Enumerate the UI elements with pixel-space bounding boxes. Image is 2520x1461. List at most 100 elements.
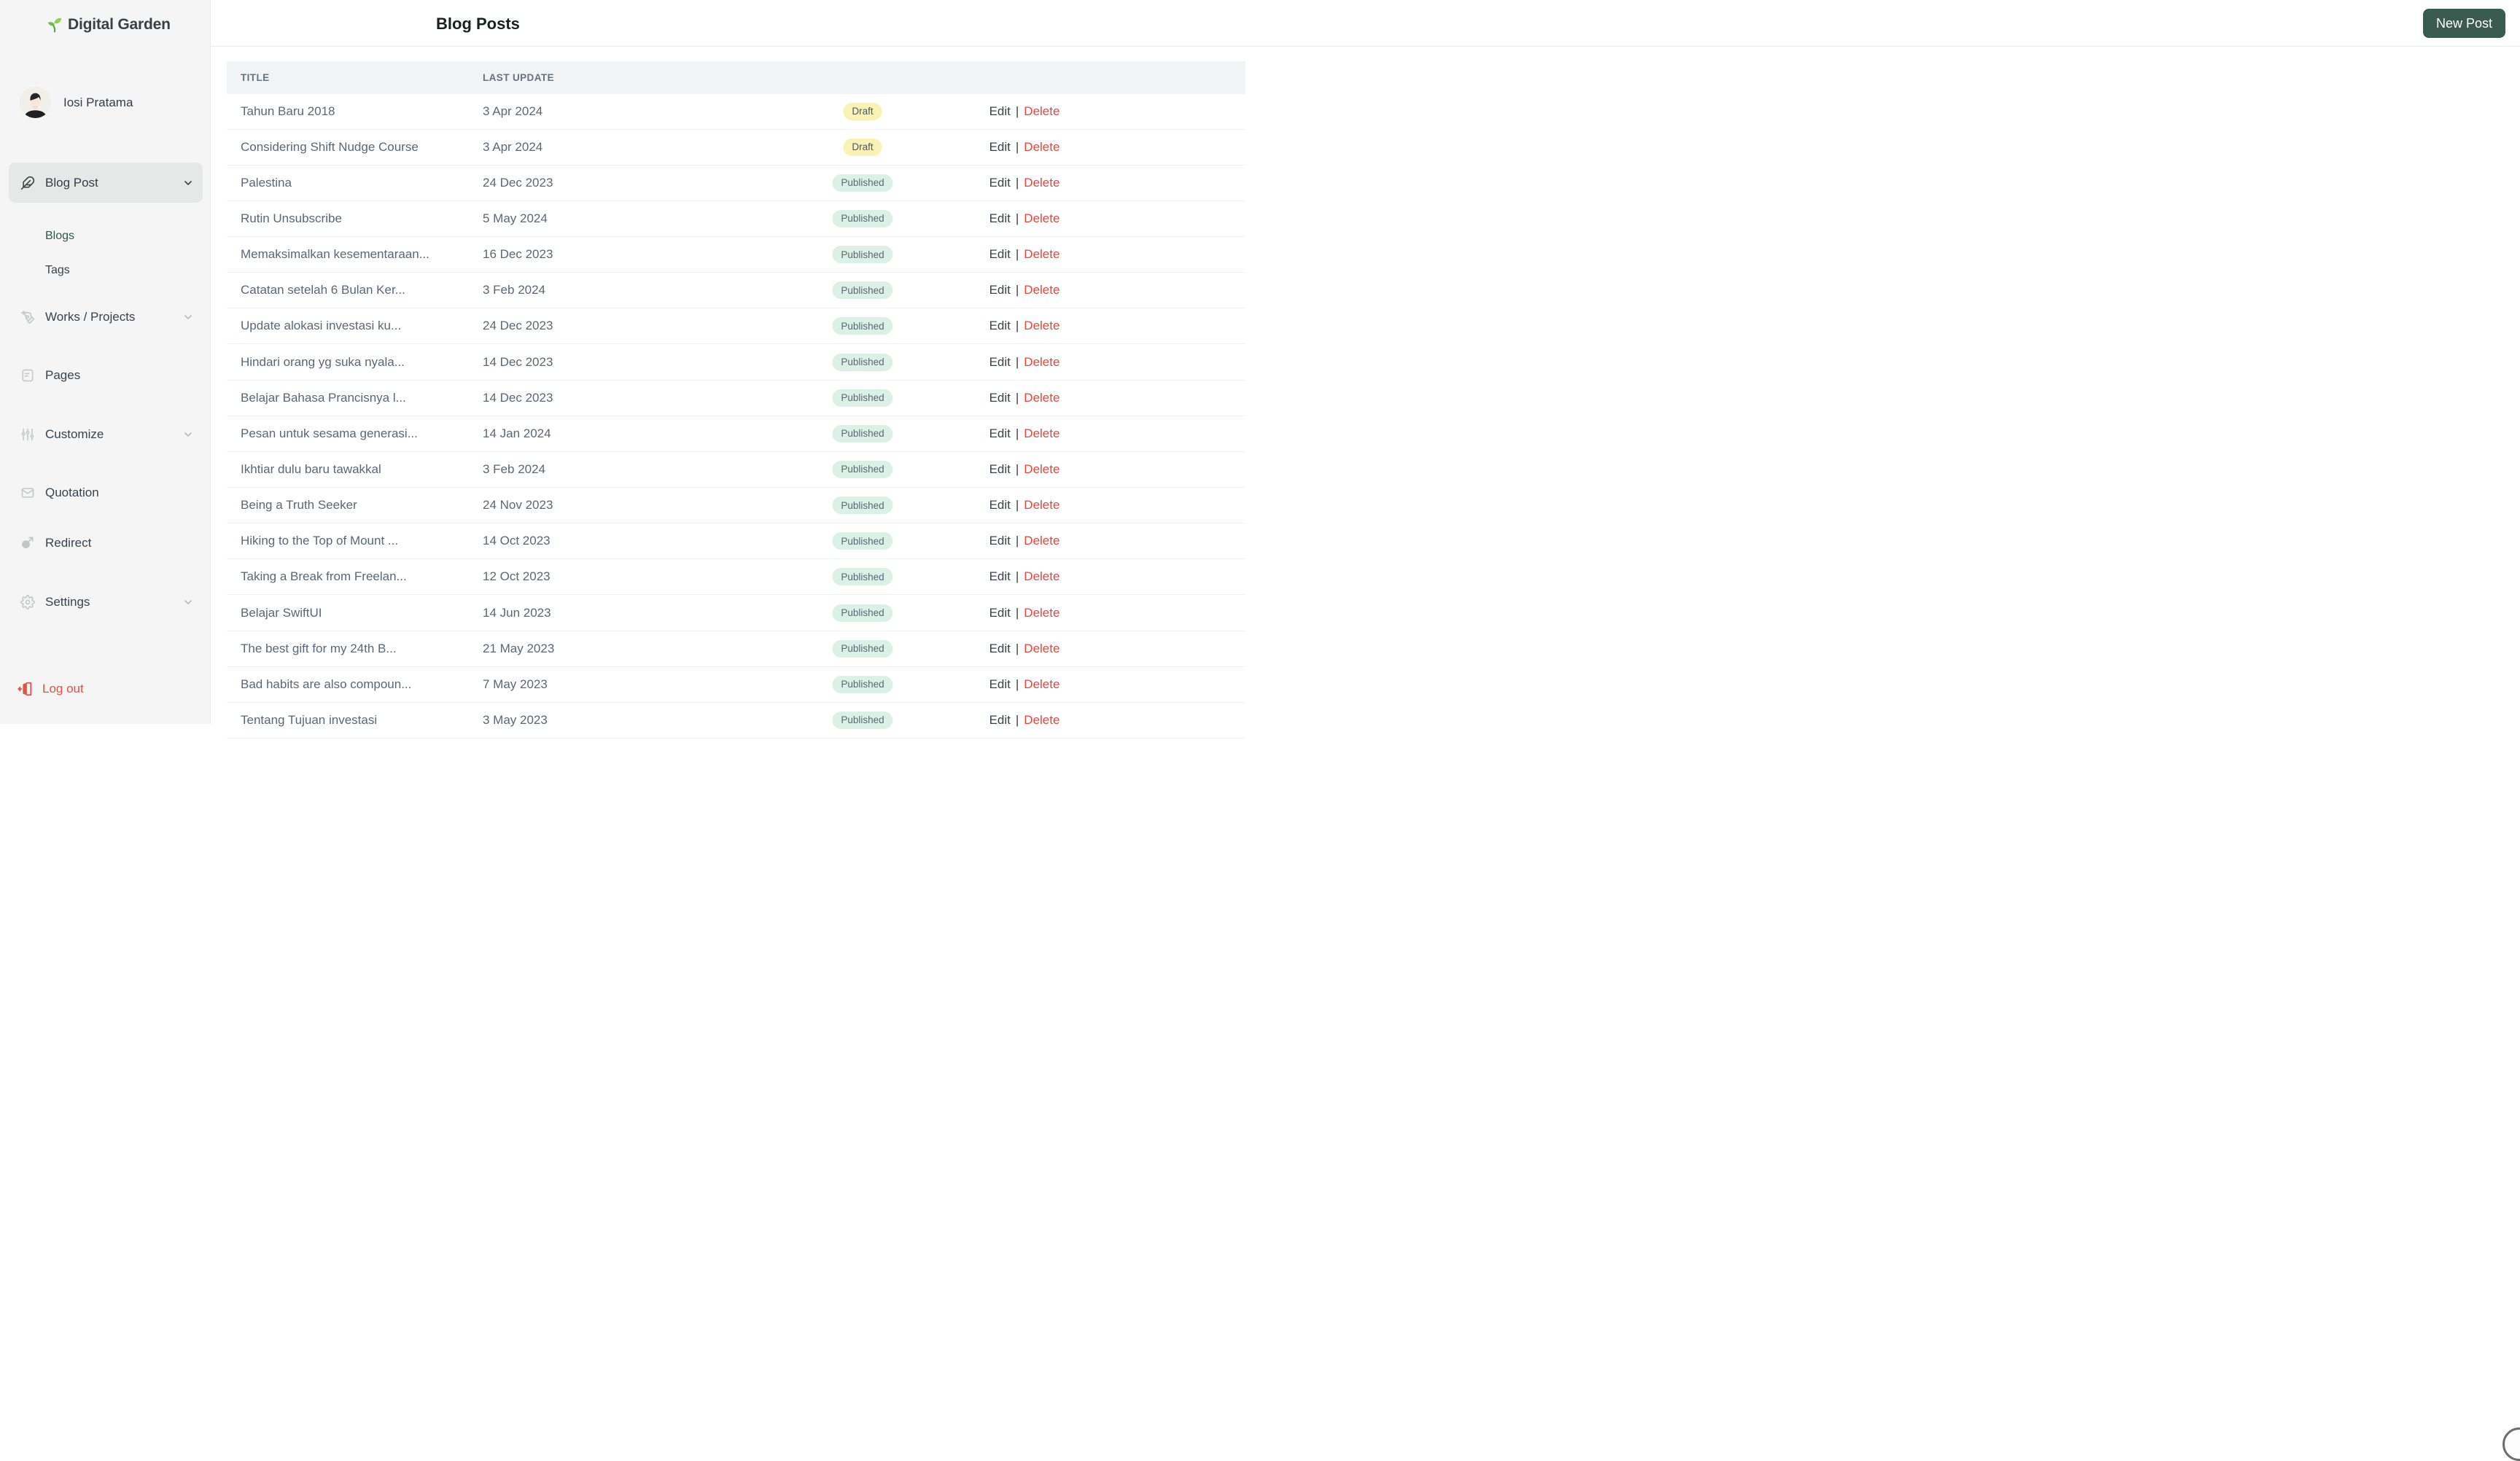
sidebar-item-customize[interactable]: Customize: [9, 420, 203, 449]
post-last-update: 7 May 2023: [483, 667, 548, 702]
sidebar-item-pages[interactable]: Pages: [9, 361, 203, 390]
post-last-update: 24 Dec 2023: [483, 165, 553, 200]
sidebar-item-quotation[interactable]: Quotation: [9, 478, 203, 507]
status-badge: Published: [832, 354, 892, 371]
post-last-update: 16 Dec 2023: [483, 237, 553, 272]
new-post-button[interactable]: New Post: [2423, 9, 2505, 38]
delete-link[interactable]: Delete: [1024, 426, 1059, 441]
post-title: Palestina: [241, 165, 292, 200]
delete-link[interactable]: Delete: [1024, 319, 1059, 333]
table-row: Ikhtiar dulu baru tawakkal 3 Feb 2024 Pu…: [227, 452, 1245, 488]
edit-link[interactable]: Edit: [989, 391, 1011, 405]
post-title: Catatan setelah 6 Bulan Ker...: [241, 273, 405, 308]
delete-link[interactable]: Delete: [1024, 462, 1059, 477]
sidebar-item-label: Quotation: [45, 486, 99, 500]
actions-separator: |: [1016, 319, 1019, 333]
sidebar-item-label: Customize: [45, 427, 104, 442]
post-last-update: 14 Oct 2023: [483, 523, 551, 558]
user-profile[interactable]: Iosi Pratama: [20, 87, 133, 118]
edit-link[interactable]: Edit: [989, 140, 1011, 155]
sidebar-item-works-projects[interactable]: Works / Projects: [9, 303, 203, 332]
edit-link[interactable]: Edit: [989, 462, 1011, 477]
edit-link[interactable]: Edit: [989, 104, 1011, 119]
status-badge: Published: [832, 425, 892, 443]
edit-link[interactable]: Edit: [989, 713, 1011, 728]
status-badge: Published: [832, 281, 892, 299]
actions-separator: |: [1016, 462, 1019, 477]
post-last-update: 14 Dec 2023: [483, 381, 553, 416]
gear-icon: [20, 595, 35, 609]
table-row: Palestina 24 Dec 2023 Published Edit | D…: [227, 165, 1245, 201]
delete-link[interactable]: Delete: [1024, 534, 1059, 548]
delete-link[interactable]: Delete: [1024, 104, 1059, 119]
delete-link[interactable]: Delete: [1024, 211, 1059, 226]
delete-link[interactable]: Delete: [1024, 606, 1059, 620]
logout-label: Log out: [42, 682, 84, 696]
table-row: Tahun Baru 2018 3 Apr 2024 Draft Edit | …: [227, 94, 1245, 130]
chevron-down-icon: [182, 177, 194, 189]
envelope-icon: [20, 486, 35, 500]
actions-separator: |: [1016, 283, 1019, 297]
post-last-update: 3 Apr 2024: [483, 94, 542, 129]
delete-link[interactable]: Delete: [1024, 283, 1059, 297]
post-last-update: 14 Dec 2023: [483, 344, 553, 379]
edit-link[interactable]: Edit: [989, 534, 1011, 548]
post-title: Hindari orang yg suka nyala...: [241, 344, 405, 379]
post-title: The best gift for my 24th B...: [241, 631, 397, 666]
sidebar-item-label: Pages: [45, 368, 80, 383]
document-icon: [20, 368, 35, 383]
edit-link[interactable]: Edit: [989, 319, 1011, 333]
delete-link[interactable]: Delete: [1024, 176, 1059, 190]
edit-link[interactable]: Edit: [989, 677, 1011, 692]
sidebar-item-blog-post[interactable]: Blog Post: [9, 163, 203, 203]
delete-link[interactable]: Delete: [1024, 642, 1059, 656]
chevron-down-icon: [182, 429, 194, 440]
app-logo: Digital Garden: [46, 16, 171, 34]
delete-link[interactable]: Delete: [1024, 247, 1059, 262]
post-title: Tentang Tujuan investasi: [241, 703, 377, 738]
edit-link[interactable]: Edit: [989, 606, 1011, 620]
edit-link[interactable]: Edit: [989, 642, 1011, 656]
delete-link[interactable]: Delete: [1024, 677, 1059, 692]
delete-link[interactable]: Delete: [1024, 713, 1059, 728]
logout-button[interactable]: Log out: [18, 674, 84, 704]
actions-separator: |: [1016, 606, 1019, 620]
status-badge: Published: [832, 640, 892, 658]
actions-separator: |: [1016, 391, 1019, 405]
table-row: Tentang Tujuan investasi 3 May 2023 Publ…: [227, 703, 1245, 739]
edit-link[interactable]: Edit: [989, 426, 1011, 441]
delete-link[interactable]: Delete: [1024, 391, 1059, 405]
delete-link[interactable]: Delete: [1024, 569, 1059, 584]
edit-link[interactable]: Edit: [989, 569, 1011, 584]
actions-separator: |: [1016, 677, 1019, 692]
post-last-update: 3 Apr 2024: [483, 130, 542, 165]
status-badge: Published: [832, 568, 892, 585]
table-body: Tahun Baru 2018 3 Apr 2024 Draft Edit | …: [227, 94, 1245, 739]
table-row: Rutin Unsubscribe 5 May 2024 Published E…: [227, 201, 1245, 237]
sidebar-item-label: Redirect: [45, 536, 91, 550]
sidebar-item-redirect[interactable]: Redirect: [9, 529, 203, 558]
edit-link[interactable]: Edit: [989, 247, 1011, 262]
edit-link[interactable]: Edit: [989, 211, 1011, 226]
sliders-icon: [20, 427, 35, 442]
edit-link[interactable]: Edit: [989, 498, 1011, 513]
sidebar-item-blogs[interactable]: Blogs: [45, 230, 74, 243]
edit-link[interactable]: Edit: [989, 355, 1011, 370]
sidebar-item-tags[interactable]: Tags: [45, 264, 70, 277]
table-row: Being a Truth Seeker 24 Nov 2023 Publish…: [227, 488, 1245, 523]
delete-link[interactable]: Delete: [1024, 355, 1059, 370]
sidebar-item-settings[interactable]: Settings: [9, 588, 203, 617]
delete-link[interactable]: Delete: [1024, 498, 1059, 513]
post-title: Considering Shift Nudge Course: [241, 130, 419, 165]
page-title: Blog Posts: [436, 15, 520, 34]
delete-link[interactable]: Delete: [1024, 140, 1059, 155]
edit-link[interactable]: Edit: [989, 176, 1011, 190]
edit-link[interactable]: Edit: [989, 283, 1011, 297]
post-last-update: 3 Feb 2024: [483, 273, 545, 308]
actions-separator: |: [1016, 176, 1019, 190]
status-badge: Published: [832, 174, 892, 192]
bottom-right-circle: [2502, 1427, 2520, 1461]
status-badge: Published: [832, 676, 892, 693]
status-badge: Published: [832, 604, 892, 622]
table-header-row: TITLE LAST UPDATE: [227, 61, 1245, 94]
